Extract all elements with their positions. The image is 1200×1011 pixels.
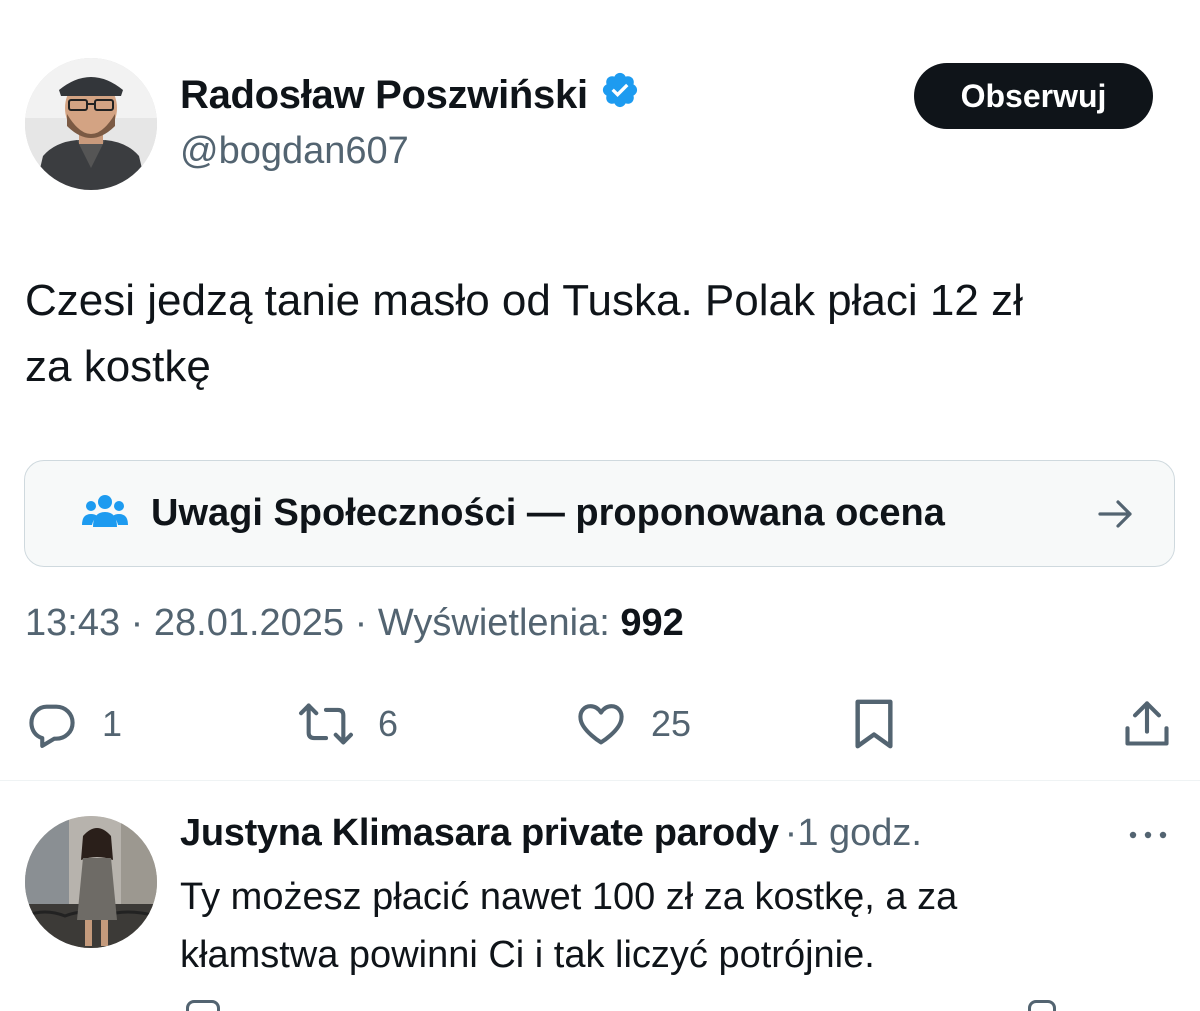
reply-author-avatar-image bbox=[25, 816, 157, 948]
community-people-icon bbox=[82, 493, 128, 538]
bookmark-icon bbox=[855, 699, 893, 749]
more-options-icon[interactable] bbox=[1127, 828, 1169, 847]
like-button[interactable]: 25 bbox=[573, 696, 691, 752]
community-notes-banner[interactable]: Uwagi Społeczności — proponowana ocena bbox=[24, 460, 1175, 567]
divider bbox=[0, 780, 1200, 781]
reply-text-line: Ty możesz płacić nawet 100 zł za kostkę,… bbox=[180, 876, 958, 918]
tweet-text: Czesi jedzą tanie masło od Tuska. Polak … bbox=[25, 268, 1175, 400]
author-handle[interactable]: @bogdan607 bbox=[180, 130, 409, 173]
reply-time[interactable]: ·1 godz. bbox=[785, 812, 922, 855]
views-count: 992 bbox=[620, 602, 684, 644]
reply-icon bbox=[29, 704, 75, 748]
reply-button[interactable]: 1 bbox=[24, 696, 122, 752]
reply-count: 1 bbox=[102, 703, 123, 744]
heart-icon bbox=[578, 704, 624, 745]
reply-bookmark-icon[interactable] bbox=[1028, 1000, 1056, 1011]
meta-separator: · bbox=[344, 602, 378, 644]
reply-time-text: 1 godz. bbox=[797, 812, 922, 854]
share-icon bbox=[1125, 701, 1169, 746]
reply-separator: · bbox=[784, 812, 798, 854]
tweet-text-line: za kostkę bbox=[25, 342, 211, 391]
reply-text-line: kłamstwa powinni Ci i tak liczyć potrójn… bbox=[180, 934, 875, 976]
tweet-time[interactable]: 13:43 bbox=[25, 602, 120, 644]
tweet-date[interactable]: 28.01.2025 bbox=[154, 602, 344, 644]
author-avatar[interactable] bbox=[25, 58, 157, 190]
views-label: Wyświetlenia: bbox=[377, 602, 621, 644]
tweet-meta: 13:43 · 28.01.2025 · Wyświetlenia: 992 bbox=[25, 602, 684, 645]
share-button[interactable] bbox=[1120, 696, 1174, 752]
author-avatar-image bbox=[25, 58, 157, 190]
arrow-right-icon bbox=[1096, 496, 1136, 537]
verified-badge-icon[interactable] bbox=[600, 70, 640, 120]
reply-reply-icon[interactable] bbox=[186, 1000, 220, 1011]
tweet-text-line: Czesi jedzą tanie masło od Tuska. Polak … bbox=[25, 276, 1023, 325]
retweet-icon bbox=[299, 703, 353, 745]
author-name[interactable]: Radosław Poszwiński bbox=[180, 70, 640, 120]
follow-button[interactable]: Obserwuj bbox=[914, 63, 1153, 129]
retweet-button[interactable]: 6 bbox=[296, 696, 398, 752]
reply-author-avatar[interactable] bbox=[25, 816, 157, 948]
reply-author-name[interactable]: Justyna Klimasara private parody bbox=[180, 812, 779, 855]
retweet-count: 6 bbox=[378, 703, 399, 744]
author-name-text: Radosław Poszwiński bbox=[180, 72, 588, 117]
like-count: 25 bbox=[651, 703, 692, 744]
reply-header: Justyna Klimasara private parody ·1 godz… bbox=[180, 812, 922, 855]
meta-separator: · bbox=[120, 602, 154, 644]
bookmark-button[interactable] bbox=[850, 696, 898, 752]
reply-text: Ty możesz płacić nawet 100 zł za kostkę,… bbox=[180, 868, 1170, 984]
community-notes-label: Uwagi Społeczności — proponowana ocena bbox=[151, 492, 945, 534]
